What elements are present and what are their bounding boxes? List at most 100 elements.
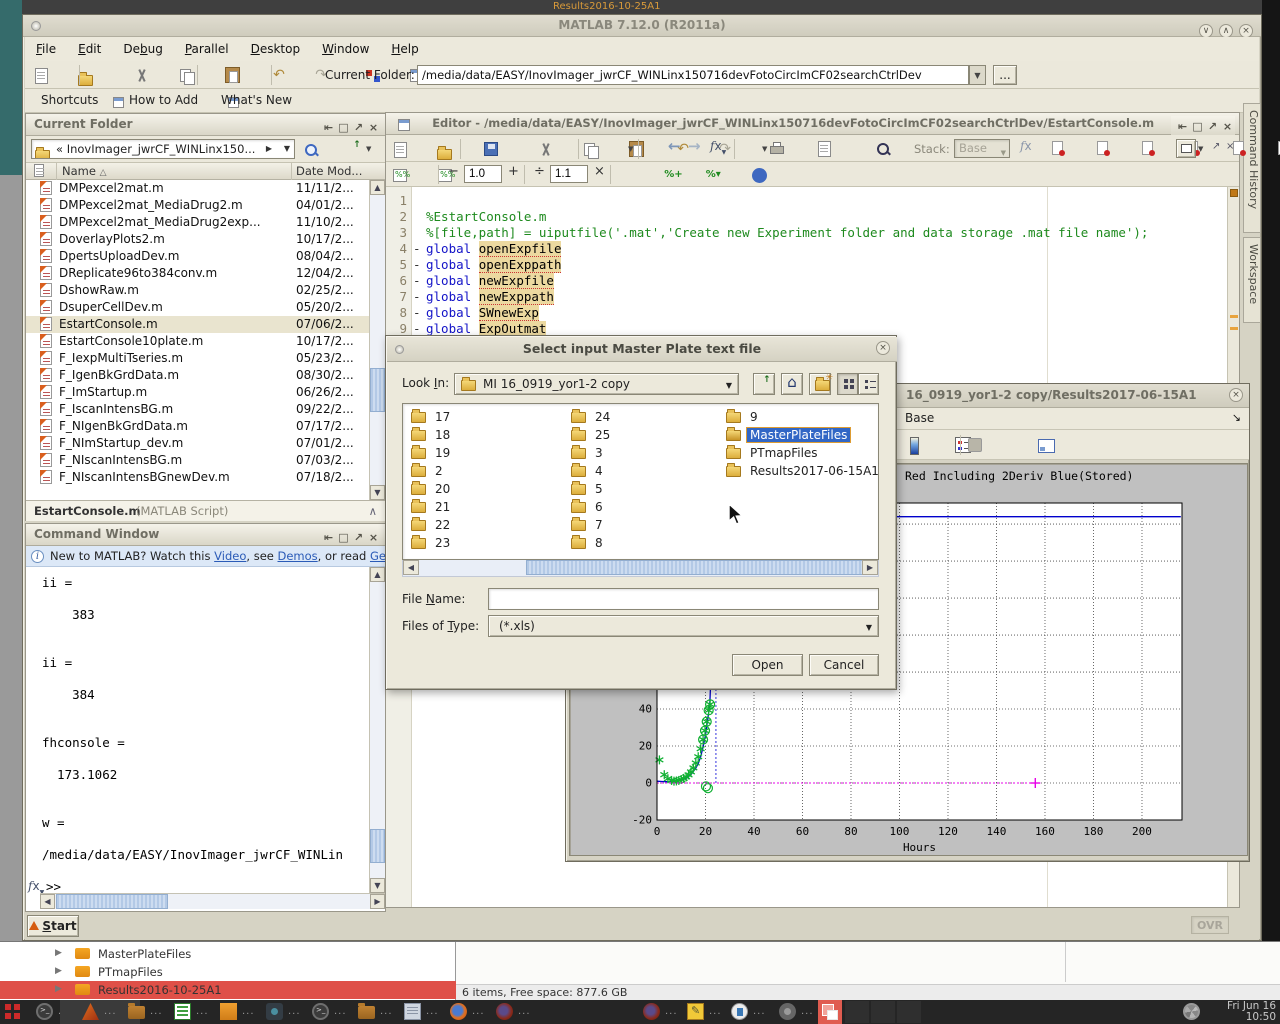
tree-item[interactable]: ▶PTmapFiles <box>0 963 456 981</box>
dialog-folder-item[interactable]: PTmapFiles <box>726 446 879 462</box>
dialog-folder-item[interactable]: 9 <box>726 410 879 426</box>
file-row[interactable]: DshowRaw.m02/25/2... <box>26 282 369 299</box>
dialog-folder-item[interactable]: 5 <box>571 482 729 498</box>
fx-gutter-icon[interactable]: fx▼ <box>28 879 44 893</box>
editor-header[interactable]: Editor - /media/data/EASY/InovImager_jwr… <box>386 113 1239 135</box>
print-icon[interactable] <box>769 144 787 162</box>
search-icon[interactable] <box>303 142 321 160</box>
home-button[interactable]: ⌂ <box>781 373 803 395</box>
close-icon[interactable]: × <box>366 527 381 548</box>
taskbar-item-firefox[interactable]: ... <box>450 1000 496 1024</box>
cut-icon[interactable] <box>133 68 151 86</box>
figure-menu-base[interactable]: Base <box>905 411 934 425</box>
file-row[interactable]: DsuperCellDev.m05/20/2... <box>26 299 369 316</box>
function-browser-icon[interactable]: fx▼ <box>710 139 726 156</box>
cell-value1-input[interactable] <box>464 165 502 183</box>
scroll-down-button[interactable]: ▼ <box>370 485 385 500</box>
open-file-icon[interactable] <box>437 145 455 163</box>
stack-combo[interactable]: Base ▼ <box>954 139 1010 158</box>
breakpoint-clear-icon[interactable] <box>1096 141 1114 159</box>
gear-dropdown-arrow[interactable]: ▼ <box>366 145 371 153</box>
shortcut-whats-new[interactable]: What's New <box>221 93 292 107</box>
screenshot-tray-icon[interactable] <box>1183 1003 1200 1020</box>
code-line[interactable]: 5-global openExppath <box>386 257 1239 273</box>
taskbar-item-firefox-dark[interactable]: ... <box>643 1000 689 1024</box>
demos-link[interactable]: Demos <box>278 549 318 563</box>
getting-started-link[interactable]: Getting Started <box>370 549 385 563</box>
taskbar-item-document[interactable]: ... <box>404 1000 450 1024</box>
dialog-folder-item[interactable]: MasterPlateFiles <box>726 428 879 444</box>
dialog-folder-item[interactable]: 24 <box>571 410 729 426</box>
taskbar-item-firefox-dark[interactable]: ... <box>496 1000 542 1024</box>
dialog-folder-item[interactable]: 25 <box>571 428 729 444</box>
dialog-close-icon[interactable]: × <box>876 341 890 355</box>
file-row[interactable]: F_IexpMultiTseries.m05/23/2... <box>26 350 369 367</box>
figure-close-icon[interactable]: × <box>1229 388 1243 402</box>
code-line[interactable]: 4-global openExpfile <box>386 241 1239 257</box>
scroll-up-button[interactable]: ▲ <box>370 567 385 582</box>
file-row[interactable]: F_NImStartup_dev.m07/01/2... <box>26 435 369 452</box>
folder-crumb-combo[interactable]: « InovImager_jwrCF_WINLinx150... ▶ ▼ <box>31 139 295 159</box>
dock-left-icon[interactable]: ⇤ <box>321 117 336 138</box>
percent-menu-icon[interactable]: %▾ <box>705 167 721 185</box>
details-collapse-icon[interactable]: ∧ <box>369 501 377 521</box>
dialog-list-hscrollbar[interactable]: ◀ ▶ <box>402 560 879 577</box>
scrollbar-thumb[interactable] <box>370 368 385 412</box>
file-row[interactable]: EstartConsole.m07/06/2... <box>26 316 369 333</box>
file-row[interactable]: F_NIgenBkGrdData.m07/17/2... <box>26 418 369 435</box>
combo-dropdown-arrow[interactable]: ▼ <box>866 623 872 632</box>
open-button[interactable]: Open <box>732 654 803 676</box>
scroll-left-button[interactable]: ◀ <box>40 894 55 909</box>
command-prompt[interactable]: >> <box>46 879 61 893</box>
insert-colorbar-icon[interactable] <box>908 437 926 455</box>
file-row[interactable]: DMPexcel2mat.m11/11/2... <box>26 180 369 197</box>
files-of-type-combo[interactable]: (*.xls) ▼ <box>488 615 879 637</box>
current-folder-path-input[interactable] <box>417 65 969 85</box>
taskbar-item-folder[interactable]: ... <box>128 1000 174 1024</box>
file-row[interactable]: F_ImStartup.m06/26/2... <box>26 384 369 401</box>
taskbar-clock[interactable]: Fri Jun 16 10:50 <box>1227 1001 1276 1023</box>
new-file-icon[interactable] <box>392 142 410 160</box>
file-row[interactable]: DpertsUploadDev.m08/04/2... <box>26 248 369 265</box>
file-name-input[interactable] <box>488 588 879 610</box>
file-row[interactable]: F_NIscanIntensBG.m07/03/2... <box>26 452 369 469</box>
code-line[interactable]: 7-global newExppath <box>386 289 1239 305</box>
decrease-value-button[interactable]: − <box>448 164 459 179</box>
command-window-hscrollbar[interactable]: ◀ ▶ <box>40 893 385 909</box>
continue-icon[interactable] <box>1277 141 1280 159</box>
expand-arrow-icon[interactable]: ▶ <box>55 966 62 976</box>
scrollbar-thumb[interactable] <box>370 829 385 863</box>
current-folder-panel-header[interactable]: Current Folder ⇤□↗× <box>26 114 385 136</box>
path-dropdown-button[interactable]: ▼ <box>969 65 986 85</box>
save-icon[interactable] <box>484 142 502 160</box>
close-editor-icon[interactable]: × <box>1226 141 1234 152</box>
taskbar-item-folder[interactable]: ... <box>358 1000 404 1024</box>
look-in-combo[interactable]: MI 16_0919_yor1-2 copy ▼ <box>454 373 739 395</box>
taskbar-item-terminal[interactable]: ... <box>312 1000 358 1024</box>
hide-plot-tools-icon[interactable] <box>968 438 982 452</box>
close-button[interactable]: × <box>1239 24 1253 38</box>
open-file-icon[interactable] <box>78 71 96 89</box>
forward-icon[interactable]: → <box>688 137 701 155</box>
print-options-icon[interactable] <box>816 141 834 159</box>
file-details-bar[interactable]: EstartConsole.m (MATLAB Script) ∧ <box>26 500 385 521</box>
menu-debug[interactable]: Debug <box>112 37 173 61</box>
scrollbar-thumb[interactable] <box>526 560 863 575</box>
tab-command-history[interactable]: Command History <box>1243 103 1261 233</box>
scroll-right-button[interactable]: ▶ <box>370 894 385 909</box>
code-line[interactable]: 2%EstartConsole.m <box>386 209 1239 225</box>
percent-plus-icon[interactable]: %+ <box>664 167 680 185</box>
editor-layout-button[interactable] <box>1176 139 1196 158</box>
close-icon[interactable]: × <box>366 117 381 138</box>
dialog-folder-list[interactable]: 17181922021222324253456789MasterPlateFil… <box>402 403 879 560</box>
up-folder-icon[interactable] <box>348 141 366 159</box>
undo-icon[interactable]: ↶ <box>270 67 287 85</box>
function-indicator-icon[interactable]: fx <box>1020 139 1032 153</box>
scroll-down-button[interactable]: ▼ <box>370 878 385 893</box>
info-icon[interactable] <box>752 168 770 186</box>
shortcut-how-to-add[interactable]: How to Add <box>129 93 198 107</box>
expand-arrow-icon[interactable]: ▶ <box>55 984 62 994</box>
dock-left-icon[interactable]: ⇤ <box>321 527 336 548</box>
file-row[interactable]: F_NIscanIntensBGnewDev.m07/18/2... <box>26 469 369 486</box>
dialog-folder-item[interactable]: 8 <box>571 536 729 552</box>
